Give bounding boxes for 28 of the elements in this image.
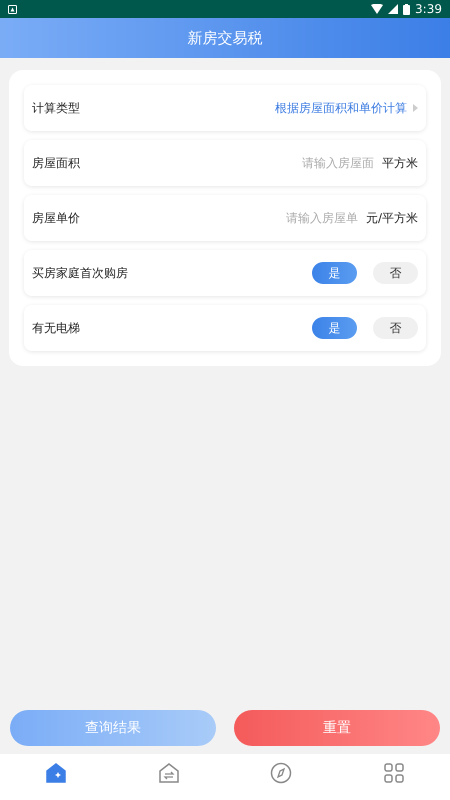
option-button[interactable]: 否: [373, 317, 418, 339]
row-label: 房屋面积: [32, 154, 81, 172]
input-field[interactable]: 请输入房屋单: [270, 210, 360, 226]
option-button[interactable]: 是: [312, 317, 357, 339]
grid-icon: [382, 762, 405, 784]
row-label: 房屋单价: [32, 210, 81, 226]
status-time: 3:39: [415, 2, 442, 16]
wifi-icon: [371, 4, 384, 14]
battery-icon: [403, 4, 410, 14]
house-exchange-icon: [158, 762, 180, 784]
form-row[interactable]: 计算类型 根据房屋面积和单价计算: [24, 85, 426, 131]
notification-icon: [8, 4, 17, 14]
chevron-right-icon: [413, 104, 418, 112]
row-label: 有无电梯: [32, 320, 81, 336]
row-label: 计算类型: [32, 100, 81, 116]
query-button[interactable]: 查询结果: [10, 710, 216, 746]
row-label: 买房家庭首次购房: [32, 264, 129, 282]
select-value: 根据房屋面积和单价计算: [275, 100, 407, 116]
reset-button[interactable]: 重置: [234, 710, 440, 746]
compass-icon: [270, 762, 292, 784]
unit-label: 平方米: [382, 154, 418, 172]
signal-icon: [388, 4, 398, 14]
option-button[interactable]: 否: [373, 262, 418, 284]
home-icon: [45, 762, 68, 784]
option-button[interactable]: 是: [312, 262, 357, 284]
input-field[interactable]: 请输入房屋面: [286, 155, 376, 171]
page-title: 新房交易税: [188, 28, 262, 48]
unit-label: 元/平方米: [366, 210, 418, 226]
